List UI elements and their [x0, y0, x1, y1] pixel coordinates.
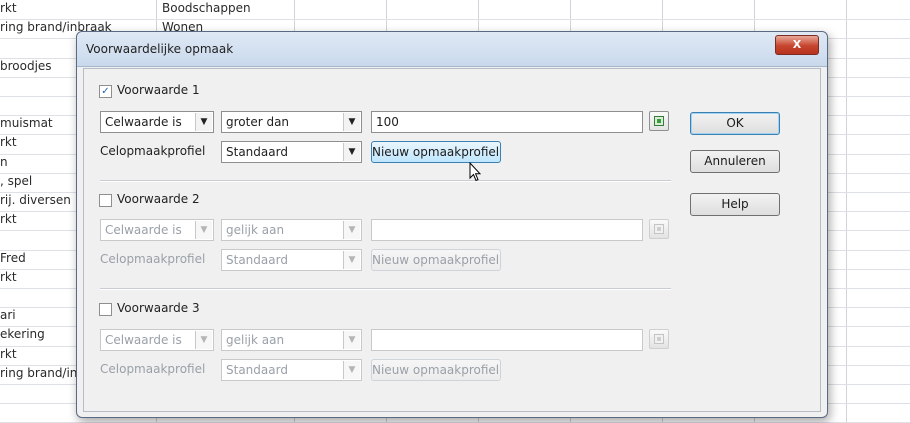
chevron-down-icon: ▼: [343, 221, 360, 239]
mouse-pointer-icon: [469, 162, 481, 182]
condition-2-label: Voorwaarde 2: [117, 192, 200, 206]
dialog-content: ✓ Voorwaarde 1 Celwaarde is ▼ groter dan…: [83, 68, 821, 412]
cancel-button[interactable]: Annuleren: [690, 150, 780, 173]
condition-3-label: Voorwaarde 3: [117, 301, 200, 315]
chevron-down-icon[interactable]: ▼: [195, 113, 212, 131]
condition-1-shrink-button[interactable]: [649, 111, 669, 131]
condition-1-mode-select[interactable]: Celwaarde is ▼: [100, 111, 214, 133]
condition-3-operator-value: gelijk aan: [226, 333, 285, 347]
condition-2-style-select: Standaard ▼: [221, 249, 362, 271]
condition-1-operator-value: groter dan: [226, 115, 290, 129]
cell-a: rkt: [0, 347, 17, 361]
conditional-formatting-dialog: Voorwaardelijke opmaak X ✓ Voorwaarde 1 …: [76, 31, 828, 418]
condition-3-style-select: Standaard ▼: [221, 359, 362, 381]
checkmark-icon: ✓: [101, 86, 110, 97]
condition-1-style-label: Celopmaakprofiel: [100, 144, 206, 158]
condition-1-value-text: 100: [376, 115, 399, 129]
condition-2-mode-select: Celwaarde is ▼: [100, 219, 214, 241]
cell-a: broodjes: [0, 59, 52, 73]
chevron-down-icon: ▼: [343, 361, 360, 379]
cell-a: ari: [0, 308, 16, 322]
separator: [100, 288, 671, 290]
chevron-down-icon: ▼: [343, 331, 360, 349]
cell-b: Boodschappen: [162, 1, 251, 15]
separator: [100, 180, 671, 182]
cell-a: muismat: [0, 116, 53, 130]
condition-1-style-select[interactable]: Standaard ▼: [221, 141, 362, 163]
cell-a: , spel: [0, 174, 33, 188]
condition-3-style-value: Standaard: [226, 363, 288, 377]
condition-1-label: Voorwaarde 1: [117, 83, 200, 97]
chevron-down-icon[interactable]: ▼: [343, 143, 360, 161]
cell-a: rkt: [0, 1, 17, 15]
chevron-down-icon: ▼: [343, 251, 360, 269]
condition-1-checkbox[interactable]: ✓: [99, 85, 112, 98]
condition-3-new-style-text: Nieuw opmaakprofiel: [372, 363, 500, 377]
condition-3-operator-select: gelijk aan ▼: [221, 329, 362, 351]
chevron-down-icon: ▼: [195, 221, 212, 239]
shrink-range-icon: [654, 334, 664, 344]
condition-2-mode-value: Celwaarde is: [105, 223, 182, 237]
condition-3-shrink-button: [649, 329, 669, 349]
cell-a: rij. diversen: [0, 193, 71, 207]
condition-2-style-value: Standaard: [226, 253, 288, 267]
condition-1-mode-value: Celwaarde is: [105, 115, 182, 129]
condition-2-operator-value: gelijk aan: [226, 223, 285, 237]
condition-3-mode-select: Celwaarde is ▼: [100, 329, 214, 351]
condition-1-new-style-button[interactable]: Nieuw opmaakprofiel: [371, 141, 501, 163]
cell-a: ekering: [0, 327, 45, 341]
condition-1-operator-select[interactable]: groter dan ▼: [221, 111, 362, 133]
cell-a: rkt: [0, 135, 17, 149]
condition-2-new-style-text: Nieuw opmaakprofiel: [372, 253, 500, 267]
ok-button[interactable]: OK: [690, 112, 780, 135]
condition-2-new-style-button: Nieuw opmaakprofiel: [371, 249, 501, 271]
cell-a: n: [0, 155, 8, 169]
condition-2-checkbox[interactable]: [99, 194, 112, 207]
help-button[interactable]: Help: [690, 193, 780, 216]
shrink-range-icon: [654, 116, 664, 126]
condition-3-value-input: [371, 329, 643, 351]
cell-a: Fred: [0, 251, 26, 265]
shrink-range-icon: [654, 224, 664, 234]
condition-2-value-input: [371, 219, 643, 241]
condition-3-checkbox[interactable]: [99, 303, 112, 316]
close-icon: X: [792, 38, 802, 51]
chevron-down-icon[interactable]: ▼: [343, 113, 360, 131]
close-button[interactable]: X: [775, 35, 819, 55]
condition-1-new-style-text: Nieuw opmaakprofiel: [372, 145, 500, 159]
condition-1-value-input[interactable]: 100: [371, 111, 643, 133]
condition-3-mode-value: Celwaarde is: [105, 333, 182, 347]
condition-3-style-label: Celopmaakprofiel: [100, 362, 206, 376]
chevron-down-icon: ▼: [195, 331, 212, 349]
condition-2-shrink-button: [649, 219, 669, 239]
row-divider: [0, 19, 910, 20]
condition-1-style-value: Standaard: [226, 145, 288, 159]
condition-2-operator-select: gelijk aan ▼: [221, 219, 362, 241]
dialog-titlebar[interactable]: Voorwaardelijke opmaak X: [77, 32, 827, 67]
condition-2-style-label: Celopmaakprofiel: [100, 252, 206, 266]
condition-3-new-style-button: Nieuw opmaakprofiel: [371, 359, 501, 381]
cell-a: rkt: [0, 212, 17, 226]
cell-a: rkt: [0, 270, 17, 284]
dialog-title: Voorwaardelijke opmaak: [86, 42, 234, 56]
